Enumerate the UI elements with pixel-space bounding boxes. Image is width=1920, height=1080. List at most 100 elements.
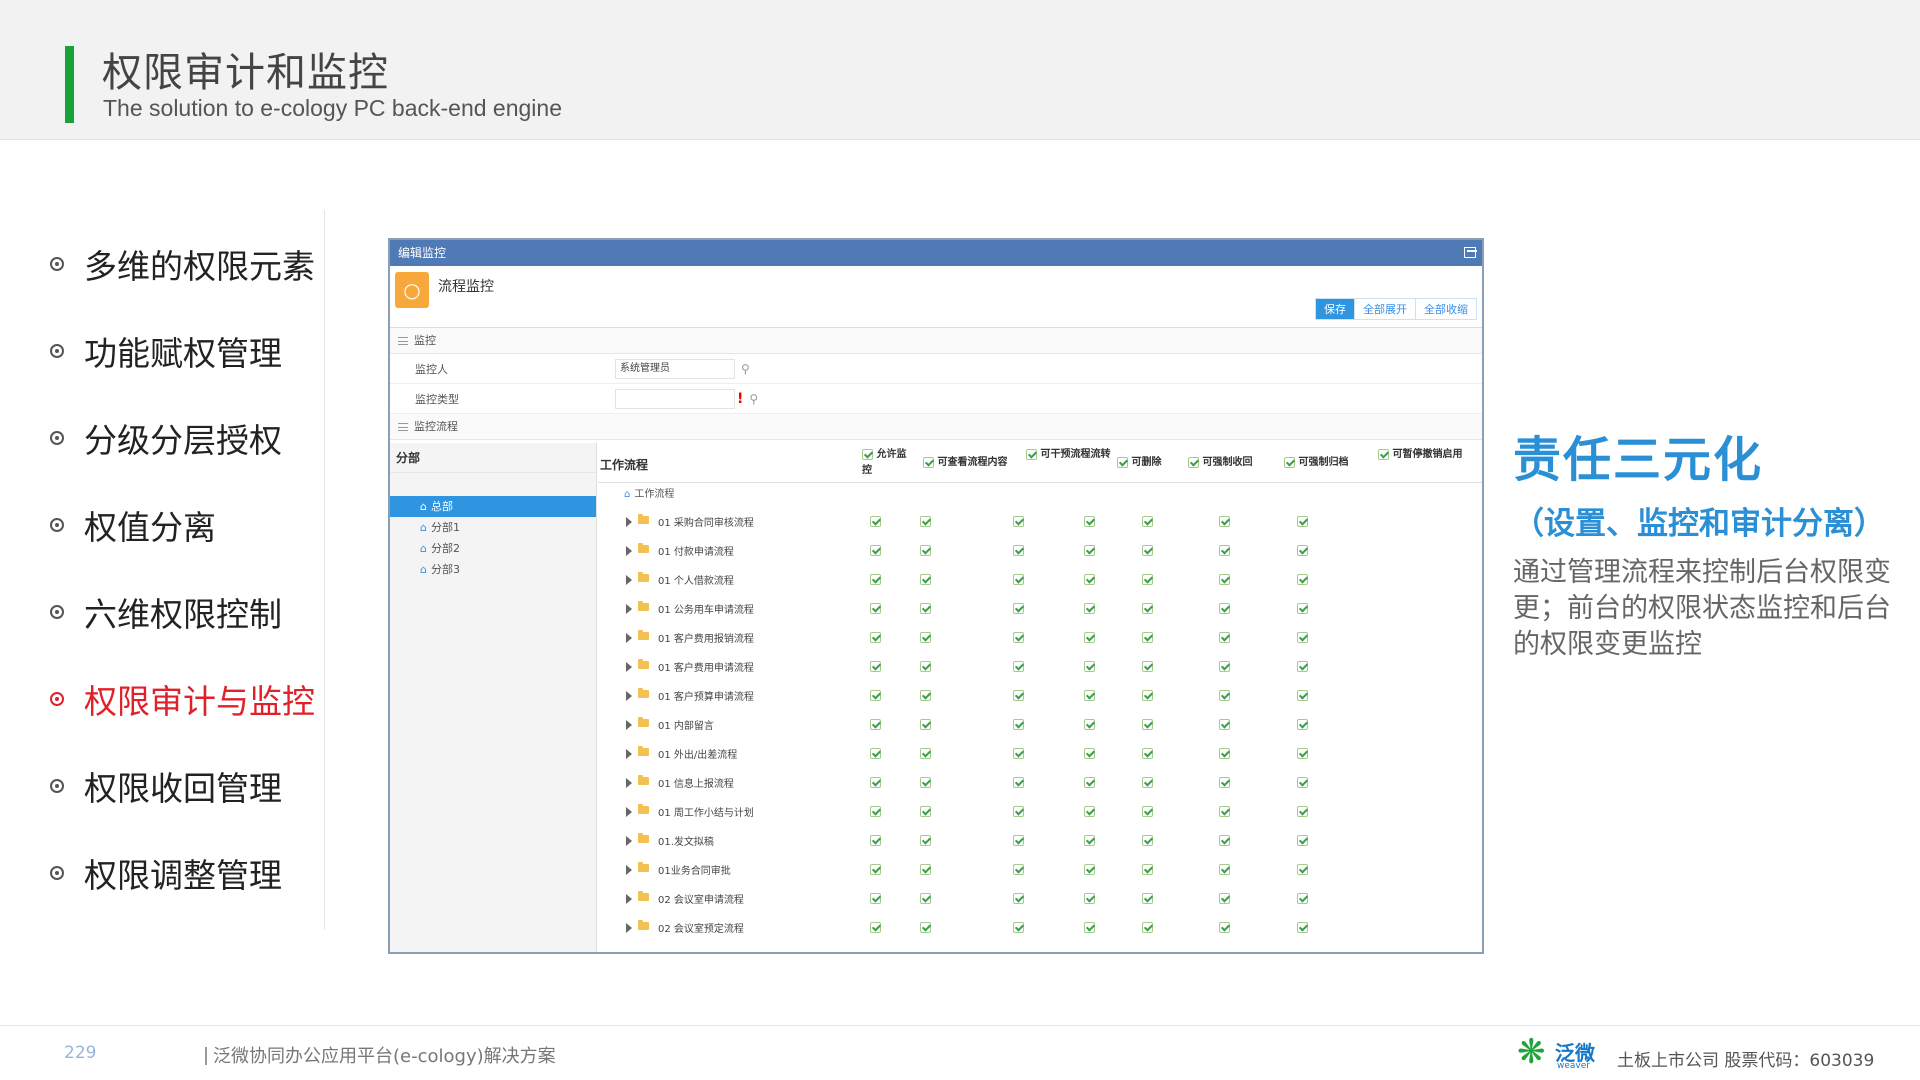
checkbox-checked-icon[interactable] (1297, 603, 1308, 614)
checkbox-checked-icon[interactable] (1219, 632, 1230, 643)
menu-item[interactable]: 功能赋权管理 (50, 307, 330, 394)
checkbox-checked-icon[interactable] (1219, 545, 1230, 556)
menu-item[interactable]: 多维的权限元素 (50, 220, 330, 307)
checkbox-checked-icon[interactable] (1013, 806, 1024, 817)
checkbox-checked-icon[interactable] (1084, 690, 1095, 701)
checkbox-checked-icon[interactable] (1142, 690, 1153, 701)
checkbox-checked-icon[interactable] (1219, 690, 1230, 701)
expand-arrow-icon[interactable] (626, 865, 632, 875)
checkbox-checked-icon[interactable] (1297, 748, 1308, 759)
checkbox-checked-icon[interactable] (920, 661, 931, 672)
checkbox-checked-icon[interactable] (920, 922, 931, 933)
checkbox-checked-icon[interactable] (1084, 893, 1095, 904)
checkbox-checked-icon[interactable] (1084, 748, 1095, 759)
checkbox-checked-icon[interactable] (1084, 574, 1095, 585)
checkbox-checked-icon[interactable] (920, 603, 931, 614)
checkbox-checked-icon[interactable] (920, 632, 931, 643)
checkbox-checked-icon[interactable] (1084, 806, 1095, 817)
checkbox-checked-icon[interactable] (870, 632, 881, 643)
checkbox-checked-icon[interactable] (1219, 893, 1230, 904)
checkbox-checked-icon[interactable] (870, 719, 881, 730)
checkbox-checked-icon[interactable] (920, 777, 931, 788)
search-icon[interactable]: ⚲ (749, 392, 758, 406)
section-monitor-flow[interactable]: 监控流程 (390, 414, 1482, 440)
org-node[interactable]: ⌂ 分部3 (390, 559, 596, 580)
checkbox-checked-icon[interactable] (1142, 603, 1153, 614)
checkbox-checked-icon[interactable] (1219, 603, 1230, 614)
checkbox-checked-icon[interactable] (1219, 922, 1230, 933)
monitor-type-field[interactable] (615, 388, 735, 409)
checkbox-checked-icon[interactable] (870, 690, 881, 701)
checkbox-checked-icon[interactable] (1142, 632, 1153, 643)
tree-root[interactable]: ⌂ 工作流程 (598, 483, 1482, 507)
menu-item[interactable]: 权限调整管理 (50, 829, 330, 916)
col-header[interactable]: 可干预流程流转 (1026, 447, 1112, 463)
checkbox-checked-icon[interactable] (1219, 748, 1230, 759)
menu-item[interactable]: 权限收回管理 (50, 742, 330, 829)
checkbox-checked-icon[interactable] (1297, 922, 1308, 933)
checkbox-checked-icon[interactable] (920, 516, 931, 527)
expand-arrow-icon[interactable] (626, 575, 632, 585)
checkbox-checked-icon[interactable] (1297, 690, 1308, 701)
checkbox-checked-icon[interactable] (1084, 516, 1095, 527)
checkbox-checked-icon[interactable] (1013, 545, 1024, 556)
checkbox-checked-icon[interactable] (1013, 574, 1024, 585)
checkbox-checked-icon[interactable] (1013, 661, 1024, 672)
checkbox-checked-icon[interactable] (1013, 632, 1024, 643)
checkbox-checked-icon[interactable] (1026, 448, 1037, 460)
checkbox-checked-icon[interactable] (1219, 574, 1230, 585)
checkbox-checked-icon[interactable] (1013, 777, 1024, 788)
checkbox-checked-icon[interactable] (1084, 661, 1095, 672)
checkbox-checked-icon[interactable] (1117, 456, 1128, 468)
checkbox-checked-icon[interactable] (1297, 835, 1308, 846)
checkbox-checked-icon[interactable] (1142, 893, 1153, 904)
menu-item-active[interactable]: 权限审计与监控 (50, 655, 330, 742)
checkbox-checked-icon[interactable] (1084, 777, 1095, 788)
checkbox-checked-icon[interactable] (920, 748, 931, 759)
checkbox-checked-icon[interactable] (1378, 448, 1389, 460)
checkbox-checked-icon[interactable] (1084, 603, 1095, 614)
checkbox-checked-icon[interactable] (1219, 806, 1230, 817)
checkbox-checked-icon[interactable] (1013, 748, 1024, 759)
checkbox-checked-icon[interactable] (1219, 864, 1230, 875)
checkbox-checked-icon[interactable] (920, 574, 931, 585)
org-node[interactable]: ⌂ 分部1 (390, 517, 596, 538)
expand-arrow-icon[interactable] (626, 662, 632, 672)
checkbox-checked-icon[interactable] (1142, 574, 1153, 585)
col-header[interactable]: 可强制归档 (1284, 455, 1364, 471)
expand-arrow-icon[interactable] (626, 836, 632, 846)
checkbox-checked-icon[interactable] (1142, 777, 1153, 788)
checkbox-checked-icon[interactable] (870, 545, 881, 556)
checkbox-checked-icon[interactable] (1013, 893, 1024, 904)
col-header[interactable]: 可查看流程内容 (923, 455, 1013, 471)
menu-item[interactable]: 分级分层授权 (50, 394, 330, 481)
checkbox-checked-icon[interactable] (1219, 661, 1230, 672)
checkbox-checked-icon[interactable] (920, 545, 931, 556)
expand-arrow-icon[interactable] (626, 546, 632, 556)
checkbox-checked-icon[interactable] (1219, 516, 1230, 527)
search-icon[interactable]: ⚲ (741, 362, 750, 376)
col-header[interactable]: 可强制收回 (1188, 455, 1268, 471)
checkbox-checked-icon[interactable] (1142, 835, 1153, 846)
checkbox-checked-icon[interactable] (1297, 806, 1308, 817)
checkbox-checked-icon[interactable] (870, 922, 881, 933)
checkbox-checked-icon[interactable] (870, 806, 881, 817)
checkbox-checked-icon[interactable] (1013, 835, 1024, 846)
checkbox-checked-icon[interactable] (1297, 777, 1308, 788)
checkbox-checked-icon[interactable] (1084, 719, 1095, 730)
expand-arrow-icon[interactable] (626, 720, 632, 730)
checkbox-checked-icon[interactable] (920, 719, 931, 730)
expand-arrow-icon[interactable] (626, 923, 632, 933)
expand-arrow-icon[interactable] (626, 691, 632, 701)
save-button[interactable]: 保存 (1316, 299, 1354, 319)
checkbox-checked-icon[interactable] (1297, 574, 1308, 585)
checkbox-checked-icon[interactable] (1297, 632, 1308, 643)
checkbox-checked-icon[interactable] (1013, 690, 1024, 701)
expand-arrow-icon[interactable] (626, 749, 632, 759)
checkbox-checked-icon[interactable] (870, 777, 881, 788)
checkbox-checked-icon[interactable] (870, 603, 881, 614)
checkbox-checked-icon[interactable] (1142, 922, 1153, 933)
checkbox-checked-icon[interactable] (1188, 456, 1199, 468)
col-header[interactable]: 允许监控 (862, 447, 912, 479)
checkbox-checked-icon[interactable] (1084, 835, 1095, 846)
